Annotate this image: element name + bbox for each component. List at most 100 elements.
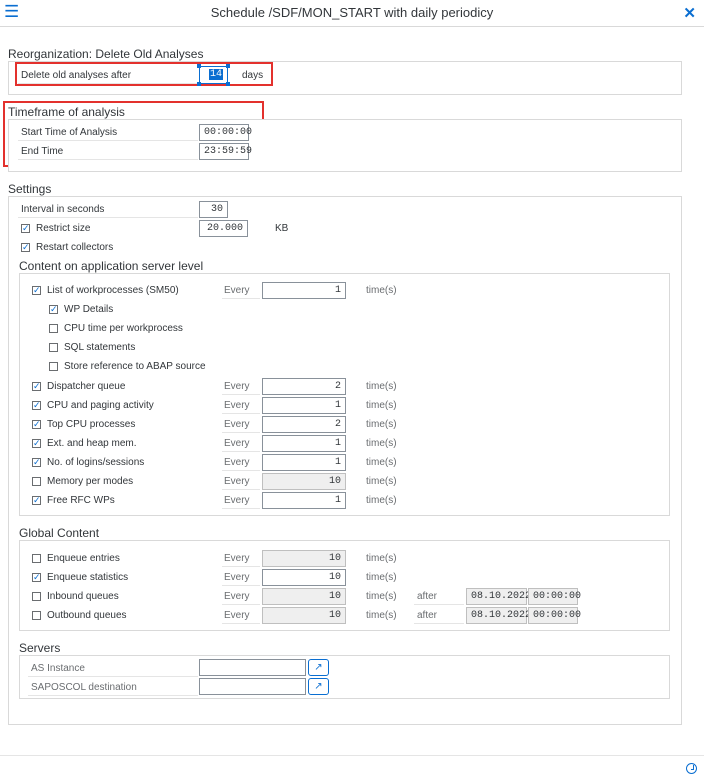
as-instance-label: AS Instance: [31, 663, 85, 674]
after-time-input[interactable]: 00:00:00: [528, 607, 581, 624]
delete-after-input[interactable]: 14: [199, 66, 228, 84]
row-checkbox[interactable]: ✓: [32, 496, 41, 505]
clock-icon[interactable]: [686, 763, 697, 774]
sub-row-label: Store reference to ABAP source: [64, 361, 206, 372]
times-label: time(s): [366, 476, 397, 487]
restart-collectors-checkbox[interactable]: ✓: [21, 243, 30, 252]
restart-collectors-label: Restart collectors: [36, 242, 114, 253]
row-label: Memory per modes: [47, 476, 134, 487]
global-row-checkbox[interactable]: [32, 611, 41, 620]
row-label: Dispatcher queue: [47, 381, 126, 392]
interval-input[interactable]: 30: [199, 201, 228, 218]
row-label: List of workprocesses (SM50): [47, 285, 179, 296]
global-section-title: Global Content: [19, 526, 100, 540]
every-label: Every: [224, 285, 250, 296]
interval-value-input[interactable]: 10: [262, 473, 346, 490]
interval-value-input[interactable]: 1: [262, 454, 346, 471]
days-label: days: [242, 70, 264, 81]
global-row-checkbox[interactable]: ✓: [32, 573, 41, 582]
restrict-size-checkbox[interactable]: ✓: [21, 224, 30, 233]
restrict-size-input[interactable]: 20.000: [199, 220, 248, 237]
every-label: Every: [224, 457, 250, 468]
after-label: after: [417, 610, 438, 621]
timeframe-section-title: Timeframe of analysis: [8, 105, 125, 119]
settings-section-title: Settings: [8, 182, 52, 196]
interval-value-input[interactable]: 1: [262, 492, 346, 509]
end-time-input[interactable]: 23:59:59: [199, 143, 252, 160]
interval-value-input[interactable]: 1: [262, 397, 346, 414]
every-label: Every: [224, 572, 250, 583]
row-label: CPU and paging activity: [47, 400, 154, 411]
after-label: after: [417, 591, 438, 602]
every-label: Every: [224, 476, 250, 487]
global-row-label: Enqueue statistics: [47, 572, 129, 583]
after-date-input[interactable]: 08.10.2022: [466, 588, 531, 605]
sub-row-label: CPU time per workprocess: [64, 323, 183, 334]
times-label: time(s): [366, 438, 397, 449]
interval-value-input[interactable]: 10: [262, 550, 346, 567]
row-checkbox[interactable]: ✓: [32, 286, 41, 295]
times-label: time(s): [366, 381, 397, 392]
global-row-checkbox[interactable]: [32, 592, 41, 601]
interval-value-input[interactable]: 2: [262, 416, 346, 433]
global-row-checkbox[interactable]: [32, 554, 41, 563]
sub-row-checkbox[interactable]: [49, 362, 58, 371]
every-label: Every: [224, 400, 250, 411]
saposcol-label: SAPOSCOL destination: [31, 682, 137, 693]
row-checkbox[interactable]: ✓: [32, 420, 41, 429]
value-help-icon[interactable]: ↗: [308, 678, 329, 695]
times-label: time(s): [366, 400, 397, 411]
every-label: Every: [224, 419, 250, 430]
times-label: time(s): [366, 419, 397, 430]
interval-value-input[interactable]: 2: [262, 378, 346, 395]
every-label: Every: [224, 610, 250, 621]
after-date-input[interactable]: 08.10.2022: [466, 607, 531, 624]
row-checkbox[interactable]: ✓: [32, 439, 41, 448]
end-time-label: End Time: [21, 146, 64, 157]
value-help-icon[interactable]: ↗: [308, 659, 329, 676]
servers-section-title: Servers: [19, 641, 61, 655]
global-row-label: Outbound queues: [47, 610, 127, 621]
times-label: time(s): [366, 495, 397, 506]
interval-value-input[interactable]: 10: [262, 588, 346, 605]
close-icon[interactable]: ✕: [683, 4, 696, 22]
row-label: Free RFC WPs: [47, 495, 115, 506]
row-checkbox[interactable]: ✓: [32, 458, 41, 467]
times-label: time(s): [366, 610, 397, 621]
global-row-label: Inbound queues: [47, 591, 119, 602]
times-label: time(s): [366, 285, 397, 296]
restrict-size-unit: KB: [275, 223, 289, 234]
as-instance-input[interactable]: [199, 659, 306, 676]
times-label: time(s): [366, 591, 397, 602]
interval-value-input[interactable]: 1: [262, 435, 346, 452]
row-label: Ext. and heap mem.: [47, 438, 137, 449]
interval-value-input[interactable]: 1: [262, 282, 346, 299]
saposcol-input[interactable]: [199, 678, 306, 695]
sub-row-checkbox[interactable]: [49, 343, 58, 352]
every-label: Every: [224, 438, 250, 449]
sub-row-checkbox[interactable]: [49, 324, 58, 333]
every-label: Every: [224, 495, 250, 506]
delete-after-label: Delete old analyses after: [21, 70, 132, 81]
times-label: time(s): [366, 457, 397, 468]
row-checkbox[interactable]: ✓: [32, 401, 41, 410]
after-time-input[interactable]: 00:00:00: [528, 588, 581, 605]
sub-row-label: WP Details: [64, 304, 114, 315]
window-title: Schedule /SDF/MON_START with daily perio…: [210, 5, 494, 20]
sub-row-label: SQL statements: [64, 342, 136, 353]
appserver-section-title: Content on application server level: [19, 259, 204, 273]
interval-value-input[interactable]: 10: [262, 569, 346, 586]
title-bar: ☰ Schedule /SDF/MON_START with daily per…: [0, 0, 704, 27]
times-label: time(s): [366, 553, 397, 564]
footer-divider: [0, 755, 704, 756]
interval-value-input[interactable]: 10: [262, 607, 346, 624]
row-checkbox[interactable]: [32, 477, 41, 486]
start-time-input[interactable]: 00:00:00: [199, 124, 252, 141]
sub-row-checkbox[interactable]: ✓: [49, 305, 58, 314]
row-checkbox[interactable]: ✓: [32, 382, 41, 391]
every-label: Every: [224, 381, 250, 392]
every-label: Every: [224, 591, 250, 602]
every-label: Every: [224, 553, 250, 564]
row-label: Top CPU processes: [47, 419, 136, 430]
times-label: time(s): [366, 572, 397, 583]
